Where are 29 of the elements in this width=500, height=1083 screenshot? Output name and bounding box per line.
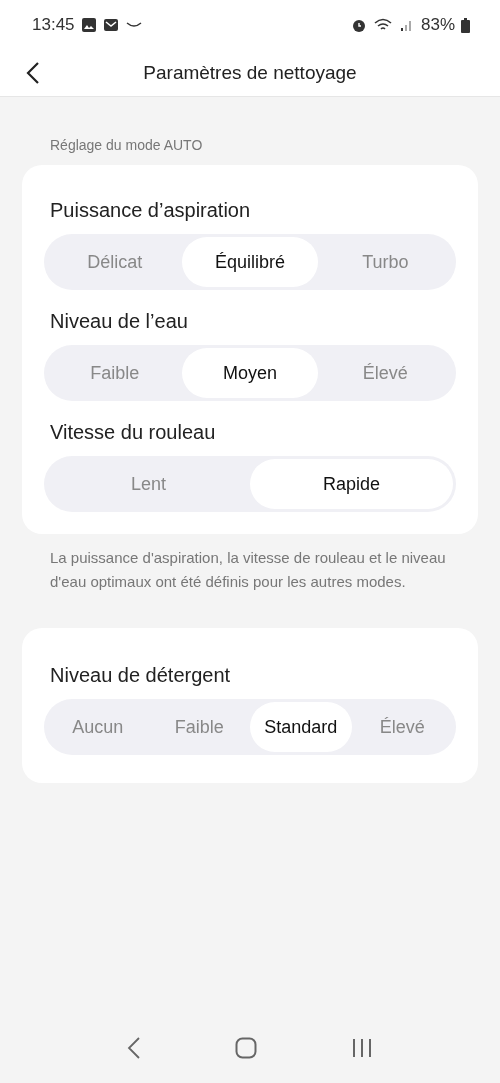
setting-title: Puissance d’aspiration	[50, 199, 252, 222]
segment-option[interactable]: Moyen	[182, 348, 318, 398]
battery-percentage: 83%	[420, 15, 455, 35]
segment-option[interactable]: Faible	[47, 348, 183, 398]
segment-option[interactable]: Standard	[250, 702, 352, 752]
segment-option[interactable]: Élevé	[351, 702, 453, 752]
battery-icon	[461, 17, 470, 33]
segment-option[interactable]: Équilibré	[182, 237, 318, 287]
smile-icon	[125, 20, 142, 30]
segment-option[interactable]: Turbo	[317, 237, 453, 287]
segment-option[interactable]: Lent	[47, 459, 250, 509]
clock-time: 13:45	[32, 15, 75, 35]
recent-apps-icon[interactable]	[351, 1038, 373, 1058]
segment-option[interactable]: Faible	[148, 702, 250, 752]
section-label: Réglage du mode AUTO	[50, 137, 204, 153]
alarm-icon	[350, 17, 367, 33]
setting-title: Niveau de l’eau	[50, 310, 189, 333]
mail-icon	[102, 17, 120, 33]
setting-title: Vitesse du rouleau	[50, 421, 217, 444]
home-icon[interactable]	[235, 1037, 257, 1059]
info-note: La puissance d'aspiration, la vitesse de rouleau et le niveau d'eau optimaux ont été définis pour les autres modes.	[50, 548, 447, 592]
back-icon[interactable]	[26, 61, 40, 85]
segment-option[interactable]: Rapide	[250, 459, 453, 509]
image-icon	[80, 17, 97, 33]
setting-title: Niveau de détergent	[50, 664, 232, 687]
page-title: Paramètres de nettoyage	[143, 62, 357, 84]
segment-option[interactable]: Élevé	[317, 348, 453, 398]
segment-option[interactable]: Délicat	[47, 237, 183, 287]
segment-option[interactable]: Aucun	[47, 702, 149, 752]
